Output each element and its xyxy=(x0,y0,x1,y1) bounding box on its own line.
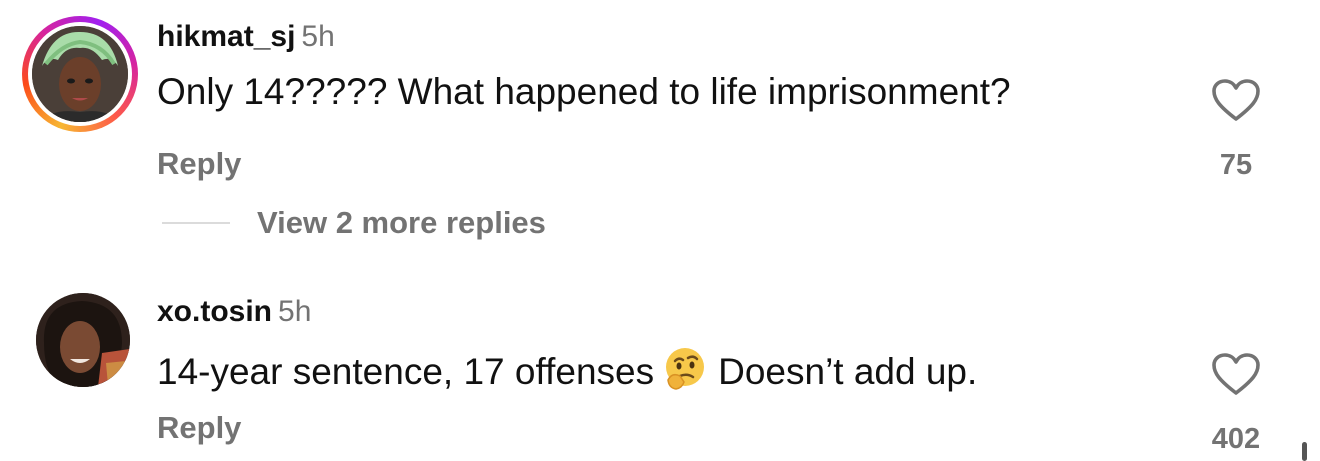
heart-outline-icon[interactable] xyxy=(1211,78,1261,122)
thinking-face-emoji xyxy=(666,348,705,390)
scrollbar[interactable] xyxy=(1302,442,1307,461)
timestamp: 5h xyxy=(278,295,312,328)
avatar[interactable] xyxy=(32,26,128,122)
heart-outline-icon[interactable] xyxy=(1211,352,1261,396)
reply-button[interactable]: Reply xyxy=(157,146,241,182)
username[interactable]: xo.tosin xyxy=(157,295,272,328)
view-more-replies-button[interactable]: View 2 more replies xyxy=(257,205,546,241)
replies-divider-line xyxy=(162,222,230,224)
reply-button[interactable]: Reply xyxy=(157,410,241,446)
comment-text-part: 14-year sentence, 17 offenses xyxy=(157,351,655,392)
comment-item: hikmat_sj 5h Only 14????? What happened t… xyxy=(0,0,1320,270)
comment-text: Only 14????? What happened to life impri… xyxy=(157,71,1011,112)
like-count: 402 xyxy=(1211,423,1261,455)
comment-text-part: Doesn’t add up. xyxy=(718,351,978,392)
avatar[interactable] xyxy=(36,293,130,387)
timestamp: 5h xyxy=(301,20,335,53)
comment-header: xo.tosin 5h xyxy=(157,294,311,330)
comment-text: 14-year sentence, 17 offenses Doesn’t ad… xyxy=(157,346,977,394)
username[interactable]: hikmat_sj xyxy=(157,20,295,53)
comment-header: hikmat_sj 5h xyxy=(157,19,335,55)
like-count: 75 xyxy=(1219,149,1253,181)
comment-item: xo.tosin 5h 14-year sentence, 17 offenses… xyxy=(0,270,1320,461)
